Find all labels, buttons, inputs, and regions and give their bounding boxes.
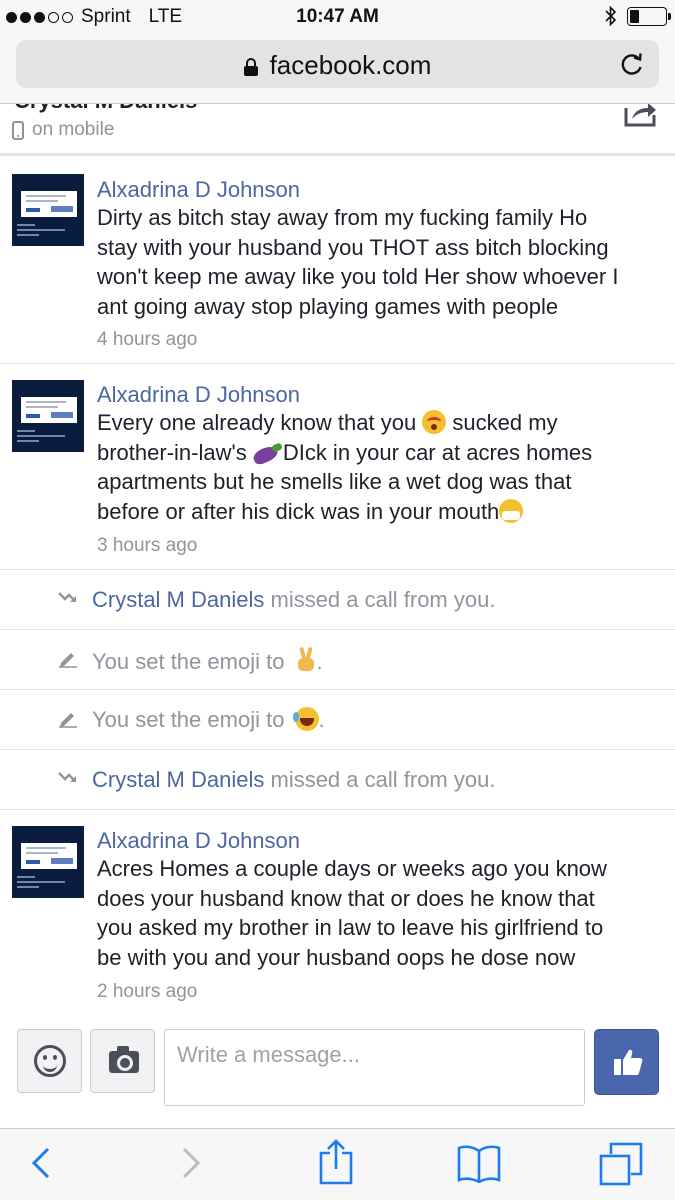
thumbs-up-icon <box>614 1049 643 1075</box>
message-line: ant going away stop playing games with p… <box>97 293 559 319</box>
avatar[interactable] <box>12 174 84 246</box>
medical-mask-face-icon <box>499 498 524 523</box>
bluetooth-icon <box>605 6 617 26</box>
edit-pencil-icon <box>59 653 77 668</box>
conversation-header: Crystal M Daniels on mobile <box>0 104 675 156</box>
missed-call-event: Crystal M Daniels missed a call from you… <box>0 570 675 630</box>
event-text: You set the emoji to . <box>92 646 323 675</box>
mobile-status-label: on mobile <box>32 119 115 140</box>
phone-icon <box>12 120 24 140</box>
message-line: be with you and your husband oops he dos… <box>97 944 576 970</box>
bookmarks-icon[interactable] <box>456 1145 502 1183</box>
message-line: Every one already know that you sucked m… <box>97 408 665 438</box>
message-author[interactable]: Alxadrina D Johnson <box>97 382 300 408</box>
event-message: You set the emoji to <box>92 649 291 674</box>
emoji-change-event: You set the emoji to . <box>0 690 675 750</box>
event-text: Crystal M Daniels missed a call from you… <box>92 767 495 793</box>
event-message: missed a call from you. <box>264 587 496 612</box>
message-item: Alxadrina D Johnson Every one already kn… <box>0 364 675 570</box>
message-timestamp: 2 hours ago <box>97 981 198 1002</box>
victory-hand-icon <box>295 646 317 673</box>
url-text: facebook.com <box>269 50 432 80</box>
message-fragment: Every one already know that you <box>97 410 417 435</box>
event-text: Crystal M Daniels missed a call from you… <box>92 587 495 613</box>
message-composer <box>0 1018 675 1128</box>
share-sheet-icon[interactable] <box>318 1139 354 1185</box>
missed-call-icon <box>58 772 76 782</box>
message-author[interactable]: Alxadrina D Johnson <box>97 177 300 203</box>
battery-icon <box>627 6 671 26</box>
message-line: stay with your husband you THOT ass bitc… <box>97 234 609 260</box>
message-line: Acres Homes a couple days or weeks ago y… <box>97 856 607 881</box>
shocked-face-icon <box>422 410 447 434</box>
event-message: You set the emoji to <box>92 707 291 732</box>
emoji-change-event: You set the emoji to . <box>0 630 675 690</box>
address-bar[interactable]: facebook.com <box>16 40 659 88</box>
reload-icon[interactable] <box>619 51 645 77</box>
forward-icon[interactable] <box>178 1143 204 1183</box>
tabs-icon[interactable] <box>598 1141 644 1187</box>
message-fragment: DIck in your car at acres homes <box>282 439 593 465</box>
event-user-link[interactable]: Crystal M Daniels <box>92 587 264 612</box>
message-item: Alxadrina D Johnson Acres Homes a couple… <box>0 810 675 1018</box>
like-button[interactable] <box>594 1029 659 1095</box>
event-message: missed a call from you. <box>264 767 496 792</box>
message-line: brother-in-law's DIck in your car at acr… <box>97 438 665 468</box>
address-text-container: facebook.com <box>16 50 659 81</box>
mobile-status: on mobile <box>12 119 114 141</box>
message-input[interactable] <box>164 1029 585 1106</box>
missed-call-icon <box>58 592 76 602</box>
message-fragment: brother-in-law's <box>97 439 253 465</box>
message-line: before or after his dick was in your mou… <box>97 497 665 527</box>
missed-call-event: Crystal M Daniels missed a call from you… <box>0 750 675 810</box>
message-fragment: before or after his dick was in your mou… <box>97 498 500 524</box>
camera-icon <box>109 1046 139 1073</box>
message-text: Acres Homes a couple days or weeks ago y… <box>97 854 665 972</box>
conversation-name: Crystal M Daniels <box>14 104 197 114</box>
message-line: does your husband know that or does he k… <box>97 885 595 911</box>
message-item: Alxadrina D Johnson Dirty as bitch stay … <box>0 158 675 364</box>
message-timestamp: 4 hours ago <box>97 329 198 350</box>
browser-toolbar <box>0 1128 675 1200</box>
message-timestamp: 3 hours ago <box>97 535 198 556</box>
emoji-button[interactable] <box>17 1029 82 1093</box>
avatar[interactable] <box>12 380 84 452</box>
camera-button[interactable] <box>90 1029 155 1093</box>
message-line: you asked my brother in law to leave his… <box>97 915 604 941</box>
back-icon[interactable] <box>28 1143 54 1183</box>
lock-icon <box>243 58 258 76</box>
message-text: Dirty as bitch stay away from my fucking… <box>97 203 665 321</box>
avatar[interactable] <box>12 826 84 898</box>
message-line: won't keep me away like you told Her sho… <box>97 264 619 290</box>
status-right <box>605 6 671 26</box>
edit-pencil-icon <box>59 713 77 728</box>
event-user-link[interactable]: Crystal M Daniels <box>92 767 264 792</box>
share-icon[interactable] <box>623 104 657 128</box>
message-author[interactable]: Alxadrina D Johnson <box>97 828 300 854</box>
message-line: Dirty as bitch stay away from my fucking… <box>97 205 588 230</box>
eggplant-icon <box>253 444 283 464</box>
status-bar: Sprint LTE 10:47 AM <box>0 0 675 36</box>
smiley-icon <box>34 1045 66 1077</box>
browser-chrome: facebook.com <box>0 36 675 104</box>
message-line: apartments but he smells like a wet dog … <box>97 469 572 495</box>
status-time: 10:47 AM <box>296 6 379 27</box>
tears-of-joy-icon <box>292 707 319 731</box>
message-fragment: sucked my <box>446 410 558 435</box>
event-text: You set the emoji to . <box>92 707 325 732</box>
message-text: Every one already know that you sucked m… <box>97 408 665 526</box>
